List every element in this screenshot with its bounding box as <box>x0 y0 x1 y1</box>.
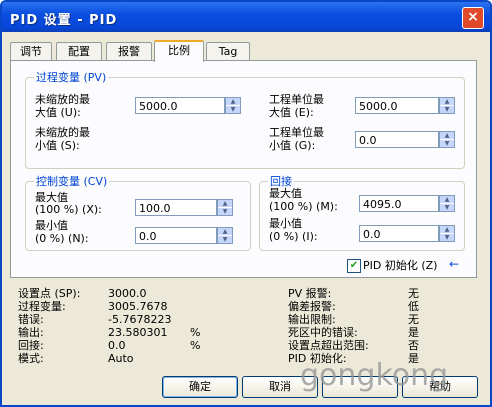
scaling-panel: 过程变量 (PV) 未缩放的最 大值 (U): 5000.0 ▲ ▼ 未缩放的最 … <box>10 60 477 278</box>
spin-down-icon[interactable]: ▼ <box>218 208 232 215</box>
spin-up-icon[interactable]: ▲ <box>440 196 454 204</box>
status-tieback-label: 回接: <box>18 339 44 352</box>
tieback-min-spinner[interactable]: ▲ ▼ <box>439 225 455 242</box>
checkmark-icon: ✔ <box>349 260 359 271</box>
status-sp-value: 3000.0 <box>108 287 147 300</box>
status-deadband-value: 是 <box>408 326 419 339</box>
spin-down-icon[interactable]: ▼ <box>440 204 454 211</box>
cv-min-label-line2: (0 %) (N): <box>35 232 89 245</box>
pid-settings-dialog: PID 设置 - PID × 调节 配置 报警 比例 Tag 过程变量 (PV)… <box>0 0 492 407</box>
status-sp-range-label: 设置点超出范围: <box>288 339 369 352</box>
title-bar[interactable]: PID 设置 - PID × <box>2 2 490 32</box>
tab-tag[interactable]: Tag <box>206 42 250 60</box>
tab-tuning[interactable]: 调节 <box>10 42 52 60</box>
tab-config[interactable]: 配置 <box>56 42 102 60</box>
pv-eng-max-input[interactable]: 5000.0 <box>355 97 439 114</box>
pid-init-label[interactable]: PID 初始化 (Z) <box>363 259 437 272</box>
pv-eng-min-spinner[interactable]: ▲ ▼ <box>439 131 455 148</box>
spin-down-icon[interactable]: ▼ <box>226 106 240 113</box>
pointer-arrow-icon: ← <box>449 257 460 271</box>
cv-min-spinner[interactable]: ▲ ▼ <box>217 227 233 244</box>
cv-max-input[interactable]: 100.0 <box>135 199 217 216</box>
pv-raw-max-spinner[interactable]: ▲ ▼ <box>225 97 241 114</box>
pv-eng-min-label-line2: 小值 (G): <box>269 139 316 152</box>
status-output-value: 23.580301 <box>108 326 168 339</box>
pv-group: 过程变量 (PV) <box>25 69 465 169</box>
status-deadband-label: 死区中的错误: <box>288 326 358 339</box>
cv-max-label-line2: (100 %) (X): <box>35 203 102 216</box>
tieback-min-label-line1: 最小值 <box>269 217 302 230</box>
status-error-label: 错误: <box>18 313 44 326</box>
spin-up-icon[interactable]: ▲ <box>226 98 240 106</box>
pv-raw-max-input[interactable]: 5000.0 <box>135 97 225 114</box>
tieback-max-label-line1: 最大值 <box>269 187 302 200</box>
spin-up-icon[interactable]: ▲ <box>218 200 232 208</box>
pv-eng-max-spinner[interactable]: ▲ ▼ <box>439 97 455 114</box>
tieback-max-input[interactable]: 4095.0 <box>359 195 439 212</box>
spin-down-icon[interactable]: ▼ <box>218 236 232 243</box>
tieback-max-label-line2: (100 %) (M): <box>269 200 338 213</box>
pv-eng-min-label-line1: 工程单位最 <box>269 126 324 139</box>
pv-eng-min-input[interactable]: 0.0 <box>355 131 439 148</box>
status-pv-alarm-label: PV 报警: <box>288 287 332 300</box>
close-button[interactable]: × <box>462 7 484 29</box>
tieback-max-spinner[interactable]: ▲ ▼ <box>439 195 455 212</box>
status-dev-alarm-label: 偏差报警: <box>288 300 336 313</box>
spin-down-icon[interactable]: ▼ <box>440 140 454 147</box>
spin-up-icon[interactable]: ▲ <box>218 228 232 236</box>
cv-group-legend: 控制变量 (CV) <box>36 175 108 188</box>
pv-raw-max-label-line2: 大值 (U): <box>35 106 81 119</box>
status-pv-alarm-value: 无 <box>408 287 419 300</box>
watermark: gongkong <box>300 358 449 393</box>
window-title: PID 设置 - PID <box>10 13 118 28</box>
status-sp-range-value: 否 <box>408 339 419 352</box>
tab-scaling[interactable]: 比例 <box>154 40 204 62</box>
status-mode-label: 模式: <box>18 352 44 365</box>
tieback-min-input[interactable]: 0.0 <box>359 225 439 242</box>
ok-button[interactable]: 确定 <box>162 376 238 398</box>
cv-min-input[interactable]: 0.0 <box>135 227 217 244</box>
spin-up-icon[interactable]: ▲ <box>440 226 454 234</box>
status-tieback-unit: % <box>190 339 201 352</box>
spin-down-icon[interactable]: ▼ <box>440 106 454 113</box>
status-output-limit-value: 无 <box>408 313 419 326</box>
status-pv-label: 过程变量: <box>18 300 66 313</box>
status-dev-alarm-value: 低 <box>408 300 419 313</box>
pv-eng-max-label-line1: 工程单位最 <box>269 93 324 106</box>
status-output-label: 输出: <box>18 326 44 339</box>
status-output-unit: % <box>190 326 201 339</box>
status-tieback-value: 0.0 <box>108 339 126 352</box>
tab-alarm[interactable]: 报警 <box>106 42 152 60</box>
pv-group-legend: 过程变量 (PV) <box>36 71 107 84</box>
status-error-value: -5.7678223 <box>108 313 172 326</box>
pv-eng-max-label-line2: 大值 (E): <box>269 106 314 119</box>
pv-raw-min-label-line1: 未缩放的最 <box>35 126 90 139</box>
status-output-limit-label: 输出限制: <box>288 313 336 326</box>
spin-down-icon[interactable]: ▼ <box>440 234 454 241</box>
cv-min-label-line1: 最小值 <box>35 219 68 232</box>
tieback-min-label-line2: (0 %) (I): <box>269 230 318 243</box>
spin-up-icon[interactable]: ▲ <box>440 132 454 140</box>
spin-up-icon[interactable]: ▲ <box>440 98 454 106</box>
pid-init-checkbox[interactable]: ✔ <box>347 259 361 273</box>
pv-raw-max-label-line1: 未缩放的最 <box>35 93 90 106</box>
status-mode-value: Auto <box>108 352 134 365</box>
status-sp-label: 设置点 (SP): <box>18 287 81 300</box>
pv-raw-min-label-line2: 小值 (S): <box>35 139 80 152</box>
cv-max-spinner[interactable]: ▲ ▼ <box>217 199 233 216</box>
status-pv-value: 3005.7678 <box>108 300 168 313</box>
